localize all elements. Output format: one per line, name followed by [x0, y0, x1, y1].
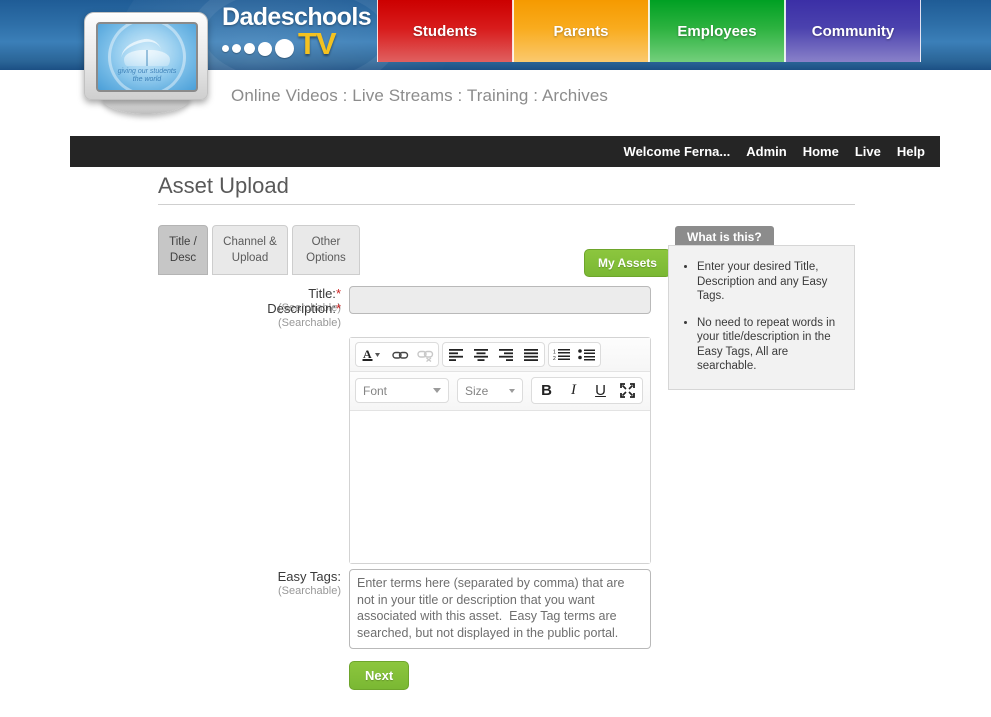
brand-logo[interactable]: Dadeschools TV	[222, 2, 372, 66]
tab-employees[interactable]: Employees	[649, 0, 785, 62]
align-center-icon[interactable]	[469, 344, 493, 365]
easy-tags-input[interactable]: Enter terms here (separated by comma) th…	[349, 569, 651, 649]
audience-tabs: Students Parents Employees Community	[377, 0, 921, 62]
bold-button[interactable]: B	[533, 379, 560, 402]
toolbar-group-format: B I U	[531, 377, 643, 404]
wizard-tabs: Title / Desc Channel & Upload Other Opti…	[158, 225, 360, 275]
seal-motto: giving our students the world	[117, 68, 177, 83]
brand-dots-icon	[222, 39, 294, 58]
description-label: Description:* (Searchable)	[231, 301, 341, 329]
help-panel: Enter your desired Title, Description an…	[668, 245, 855, 390]
tab-channel-upload-line1: Channel &	[223, 236, 277, 248]
numbered-list-icon[interactable]: 1 2	[550, 344, 574, 365]
top-nav-bar: Welcome Ferna... Admin Home Live Help	[70, 136, 940, 167]
tab-title-desc-line2: Desc	[169, 252, 197, 264]
description-editor: A 1 2 Font Size B I U	[349, 337, 651, 564]
tv-body: giving our students the world	[84, 12, 208, 100]
nav-link-home[interactable]: Home	[803, 144, 839, 159]
easy-tags-label: Easy Tags: (Searchable)	[231, 569, 341, 597]
text-color-icon[interactable]: A	[357, 344, 387, 365]
editor-toolbar-row-1: A 1 2	[350, 338, 650, 372]
title-divider	[158, 204, 855, 205]
tab-channel-upload[interactable]: Channel & Upload	[212, 225, 288, 275]
chevron-down-icon	[433, 388, 441, 393]
nav-link-live[interactable]: Live	[855, 144, 881, 159]
page-title: Asset Upload	[158, 173, 289, 198]
font-family-value: Font	[363, 383, 388, 398]
description-searchable-note: (Searchable)	[278, 317, 341, 329]
tab-other-options-line1: Other	[311, 236, 341, 248]
font-size-select[interactable]: Size	[457, 378, 523, 403]
fullscreen-icon[interactable]	[614, 379, 641, 402]
title-input[interactable]	[349, 286, 651, 314]
editor-toolbar-row-2: Font Size B I U	[350, 372, 650, 411]
tab-title-desc[interactable]: Title / Desc	[158, 225, 208, 275]
help-item: Enter your desired Title, Description an…	[697, 260, 842, 304]
tab-parents[interactable]: Parents	[513, 0, 649, 62]
toolbar-group-lists: 1 2	[548, 342, 601, 367]
link-icon[interactable]	[388, 344, 412, 365]
subnav-text: Online Videos : Live Streams : Training …	[231, 86, 608, 105]
help-item: No need to repeat words in your title/de…	[697, 316, 842, 374]
svg-text:2: 2	[553, 356, 556, 361]
font-size-value: Size	[465, 383, 489, 398]
font-family-select[interactable]: Font	[355, 378, 449, 403]
brand-tv-text: TV	[298, 26, 337, 61]
my-assets-button[interactable]: My Assets	[584, 249, 671, 277]
tv-screen: giving our students the world	[96, 22, 198, 92]
chevron-down-icon	[509, 388, 515, 393]
tab-channel-upload-line2: Upload	[231, 252, 269, 264]
description-editor-body[interactable]	[350, 411, 650, 563]
nav-link-help[interactable]: Help	[897, 144, 925, 159]
toolbar-group-color-link: A	[355, 342, 439, 367]
brand-name: Dadeschools	[222, 3, 372, 31]
bulleted-list-icon[interactable]	[575, 344, 599, 365]
tags-searchable-note: (Searchable)	[278, 585, 341, 597]
nav-link-admin[interactable]: Admin	[746, 144, 786, 159]
welcome-user-link[interactable]: Welcome Ferna...	[624, 144, 731, 159]
toolbar-group-alignment	[442, 342, 545, 367]
tab-community[interactable]: Community	[785, 0, 921, 62]
italic-button[interactable]: I	[560, 379, 587, 402]
tab-students[interactable]: Students	[377, 0, 513, 62]
svg-text:1: 1	[553, 350, 556, 356]
seal-book-icon	[124, 50, 170, 66]
tv-logo-icon: giving our students the world	[84, 12, 208, 116]
svg-text:A: A	[363, 347, 372, 361]
align-left-icon[interactable]	[444, 344, 468, 365]
align-right-icon[interactable]	[494, 344, 518, 365]
align-justify-icon[interactable]	[519, 344, 543, 365]
tab-title-desc-line1: Title /	[169, 236, 197, 248]
tab-other-options-line2: Options	[306, 252, 346, 264]
unlink-icon	[413, 344, 437, 365]
tab-other-options[interactable]: Other Options	[292, 225, 360, 275]
underline-button[interactable]: U	[587, 379, 614, 402]
next-button[interactable]: Next	[349, 661, 410, 690]
